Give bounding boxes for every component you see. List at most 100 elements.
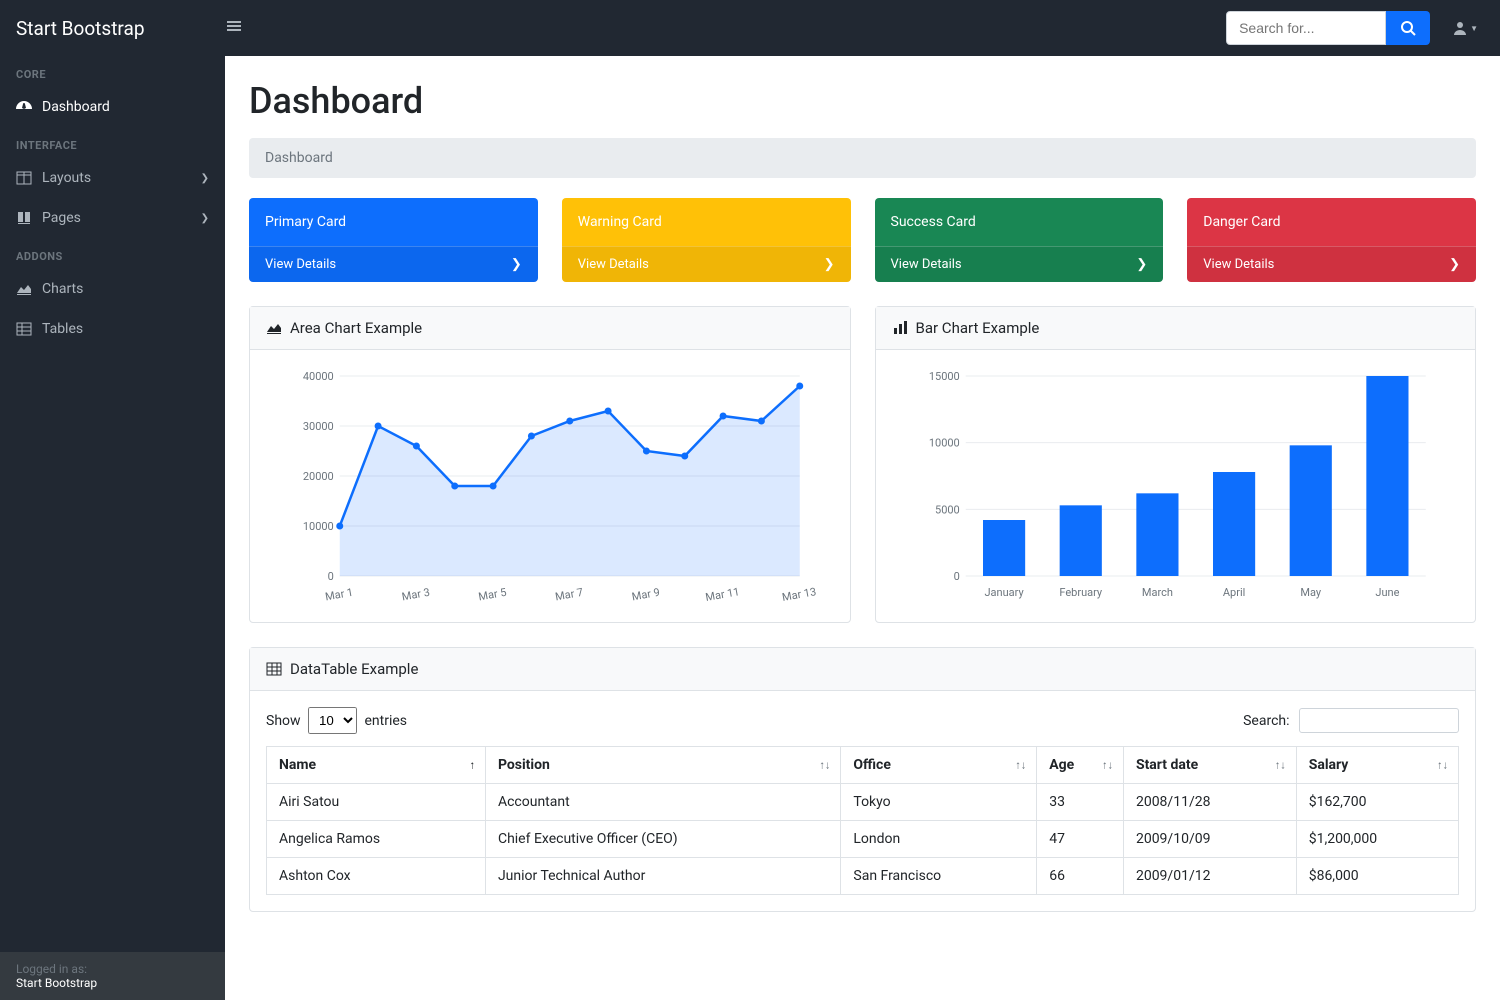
table-cell: 2008/11/28	[1123, 784, 1296, 821]
chart-bar-icon	[892, 320, 908, 336]
chevron-right-icon: ❯	[1449, 257, 1460, 272]
table-cell: Tokyo	[841, 784, 1037, 821]
table-cell: Ashton Cox	[267, 858, 486, 895]
card-success: Success Card View Details ❯	[875, 198, 1164, 282]
svg-text:30000: 30000	[303, 420, 334, 433]
table-cell: Accountant	[485, 784, 840, 821]
chart-area-icon	[266, 320, 282, 336]
svg-text:0: 0	[953, 570, 959, 583]
svg-text:May: May	[1300, 586, 1322, 599]
brand[interactable]: Start Bootstrap	[16, 17, 188, 40]
panel-title: Area Chart Example	[290, 319, 422, 337]
sidebar-item-layouts[interactable]: Layouts ❯	[0, 158, 225, 198]
svg-text:Mar 13: Mar 13	[781, 585, 817, 604]
card-link-warning[interactable]: View Details ❯	[562, 246, 851, 282]
column-header[interactable]: Salary↑↓	[1296, 747, 1458, 784]
table-row: Airi SatouAccountantTokyo332008/11/28$16…	[267, 784, 1459, 821]
panel-title: Bar Chart Example	[916, 319, 1040, 337]
tachometer-icon	[16, 99, 32, 115]
sidebar-heading-addons: ADDONS	[0, 238, 225, 269]
svg-text:Mar 3: Mar 3	[401, 586, 431, 604]
svg-text:February: February	[1059, 586, 1103, 599]
table-cell: 66	[1037, 858, 1124, 895]
sort-icon: ↑↓	[1437, 759, 1448, 772]
svg-text:June: June	[1375, 586, 1399, 599]
datatable-length: Show 10 entries	[266, 707, 407, 734]
sort-icon: ↑↓	[1015, 759, 1026, 772]
sort-icon: ↑↓	[819, 759, 830, 772]
search-group	[1226, 11, 1430, 45]
table-cell: 2009/10/09	[1123, 821, 1296, 858]
table-cell: $86,000	[1296, 858, 1458, 895]
column-header[interactable]: Position↑↓	[485, 747, 840, 784]
chevron-right-icon: ❯	[824, 257, 835, 272]
datatable-length-select[interactable]: 10	[308, 707, 357, 734]
card-link-success[interactable]: View Details ❯	[875, 246, 1164, 282]
bars-icon	[226, 18, 242, 34]
table-cell: Angelica Ramos	[267, 821, 486, 858]
sidebar: CORE Dashboard INTERFACE Layouts ❯ Pages…	[0, 56, 225, 1000]
svg-text:20000: 20000	[303, 470, 334, 483]
table-cell: Airi Satou	[267, 784, 486, 821]
sidebar-item-tables[interactable]: Tables	[0, 309, 225, 349]
user-icon	[1452, 20, 1468, 36]
chevron-right-icon: ❯	[201, 213, 209, 224]
sidebar-item-charts[interactable]: Charts	[0, 269, 225, 309]
card-link-danger[interactable]: View Details ❯	[1187, 246, 1476, 282]
sidebar-item-pages[interactable]: Pages ❯	[0, 198, 225, 238]
area-chart-panel: Area Chart Example 0 10000 20000 30000 40000…	[249, 306, 851, 623]
svg-text:15000: 15000	[928, 370, 959, 383]
search-button[interactable]	[1386, 11, 1430, 45]
svg-text:5000: 5000	[935, 503, 960, 516]
sidebar-heading-core: CORE	[0, 56, 225, 87]
column-header[interactable]: Start date↑↓	[1123, 747, 1296, 784]
chevron-right-icon: ❯	[511, 257, 522, 272]
svg-text:Mar 1: Mar 1	[324, 586, 354, 604]
sidebar-footer: Logged in as: Start Bootstrap	[0, 952, 225, 1000]
table-cell: $162,700	[1296, 784, 1458, 821]
card-title: Primary Card	[249, 198, 538, 246]
datatable: Name↑Position↑↓Office↑↓Age↑↓Start date↑↓…	[266, 746, 1459, 895]
panel-title: DataTable Example	[290, 660, 418, 678]
logged-in-user: Start Bootstrap	[16, 976, 209, 990]
bar-chart-panel: Bar Chart Example 0 5000 10000 15000 January…	[875, 306, 1477, 623]
sidebar-item-label: Layouts	[42, 170, 91, 186]
sidebar-item-label: Tables	[42, 321, 83, 337]
menu-toggle[interactable]	[220, 12, 248, 44]
table-cell: San Francisco	[841, 858, 1037, 895]
columns-icon	[16, 170, 32, 186]
table-cell: 33	[1037, 784, 1124, 821]
sidebar-item-dashboard[interactable]: Dashboard	[0, 87, 225, 127]
column-header[interactable]: Age↑↓	[1037, 747, 1124, 784]
bar-chart: 0 5000 10000 15000 January February March April…	[892, 366, 1460, 606]
svg-text:10000: 10000	[928, 437, 959, 450]
card-danger: Danger Card View Details ❯	[1187, 198, 1476, 282]
search-input[interactable]	[1226, 11, 1386, 45]
table-cell: 47	[1037, 821, 1124, 858]
column-header[interactable]: Name↑	[267, 747, 486, 784]
card-title: Danger Card	[1187, 198, 1476, 246]
svg-text:January: January	[984, 586, 1024, 599]
card-link-primary[interactable]: View Details ❯	[249, 246, 538, 282]
sidebar-heading-interface: INTERFACE	[0, 127, 225, 158]
card-title: Warning Card	[562, 198, 851, 246]
svg-text:Mar 7: Mar 7	[554, 586, 584, 604]
svg-text:0: 0	[328, 570, 334, 583]
user-menu[interactable]: ▼	[1446, 14, 1484, 42]
table-cell: 2009/01/12	[1123, 858, 1296, 895]
datatable-search-input[interactable]	[1299, 708, 1459, 733]
svg-text:Mar 5: Mar 5	[477, 586, 507, 604]
breadcrumb: Dashboard	[249, 138, 1476, 178]
sort-icon: ↑	[469, 759, 475, 772]
area-chart: 0 10000 20000 30000 40000 Mar 1 Mar 3 Mar 5 Mar …	[266, 366, 834, 606]
svg-text:March: March	[1141, 586, 1172, 599]
column-header[interactable]: Office↑↓	[841, 747, 1037, 784]
svg-text:40000: 40000	[303, 370, 334, 383]
chevron-right-icon: ❯	[201, 173, 209, 184]
topbar: Start Bootstrap ▼	[0, 0, 1500, 56]
svg-text:April: April	[1222, 586, 1244, 599]
table-row: Ashton CoxJunior Technical AuthorSan Fra…	[267, 858, 1459, 895]
card-warning: Warning Card View Details ❯	[562, 198, 851, 282]
svg-text:10000: 10000	[303, 520, 334, 533]
svg-text:Mar 9: Mar 9	[631, 586, 661, 604]
